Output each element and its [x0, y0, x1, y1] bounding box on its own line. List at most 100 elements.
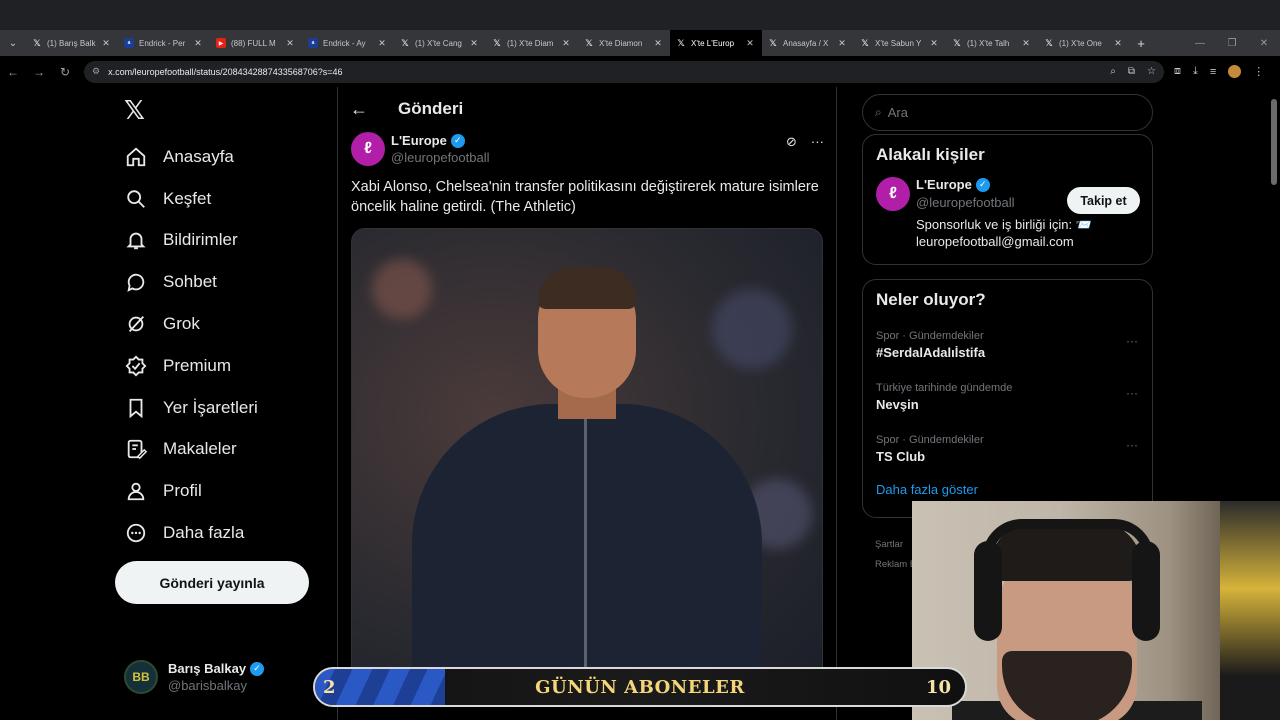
post-image[interactable] [351, 228, 823, 700]
close-window-icon[interactable]: ✕ [1248, 38, 1280, 49]
browser-tab[interactable]: 𝕏 (1) X'te Talh ✕ [946, 30, 1038, 56]
related-name[interactable]: L'Europe [916, 177, 972, 192]
x-icon: 𝕏 [585, 37, 593, 48]
author-name[interactable]: L'Europe [391, 133, 447, 148]
account-name: Barış Balkay [168, 661, 247, 676]
account-switcher[interactable]: BB Barış Balkay ✓ @barisbalkay [124, 660, 265, 694]
sidebar-item-search[interactable]: Keşfet [122, 178, 322, 220]
url-text[interactable]: x.com/leuropefootball/status/20843428874… [108, 67, 1098, 77]
tab-title[interactable]: (1) X'te Diam [507, 39, 560, 48]
more-options-icon[interactable]: ··· [1126, 438, 1138, 452]
media-icon[interactable]: ≡ [1210, 66, 1216, 78]
download-icon[interactable]: ⤓ [1193, 65, 1198, 78]
trend-topic: #SerdalAdalıİstifa [876, 345, 986, 360]
extensions-icon[interactable]: ⧈ [1174, 65, 1181, 78]
minimize-icon[interactable]: — [1184, 38, 1216, 49]
forward-icon[interactable]: → [26, 65, 52, 79]
webcam-person-beard [1002, 651, 1132, 720]
browser-tab[interactable]: 𝕏 (1) Barış Balk ✕ [26, 30, 118, 56]
sidebar-item-premium[interactable]: Premium [122, 345, 322, 387]
browser-tab[interactable]: 𝕏 X'te Diamon ✕ [578, 30, 670, 56]
browser-tab[interactable]: 𝕏 Anasayfa / X ✕ [762, 30, 854, 56]
tab-title[interactable]: (1) X'te One [1059, 39, 1112, 48]
close-tab-icon[interactable]: ✕ [652, 38, 664, 49]
sidebar-item-articles[interactable]: Makaleler [122, 429, 322, 471]
url-field[interactable]: ⚙ x.com/leuropefootball/status/208434288… [84, 60, 1164, 83]
more-options-icon[interactable]: ··· [1126, 386, 1138, 400]
close-tab-icon[interactable]: ✕ [560, 38, 572, 49]
close-tab-icon[interactable]: ✕ [744, 38, 756, 49]
x-logo-icon[interactable]: 𝕏 [124, 97, 150, 123]
reload-icon[interactable]: ↻ [52, 65, 78, 79]
trends-card: Neler oluyor? Spor · Gündemdekiler #Serda… [862, 279, 1153, 518]
install-icon[interactable]: ⧉ [1128, 66, 1135, 77]
close-tab-icon[interactable]: ✕ [376, 38, 388, 49]
sidebar-item-label: Premium [163, 355, 232, 375]
tab-title[interactable]: (1) X'te Talh [967, 39, 1020, 48]
tab-title[interactable]: Endrick - Ay [323, 39, 376, 48]
close-tab-icon[interactable]: ✕ [836, 38, 848, 49]
tab-title[interactable]: (88) FULL M [231, 39, 284, 48]
related-avatar[interactable]: ℓ [876, 177, 910, 211]
tab-title[interactable]: X'te L'Europ [691, 39, 744, 48]
browser-tab[interactable]: 𝕏 (1) X'te Cang ✕ [394, 30, 486, 56]
restore-icon[interactable]: ❐ [1216, 38, 1248, 49]
follow-button[interactable]: Takip et [1067, 187, 1140, 214]
back-arrow-icon[interactable]: ← [350, 99, 390, 120]
post-button[interactable]: Gönderi yayınla [115, 561, 309, 604]
sidebar-item-chat[interactable]: Sohbet [122, 261, 322, 303]
tab-title[interactable]: X'te Sabun Y [875, 39, 928, 48]
sidebar-item-profile[interactable]: Profil [122, 470, 322, 512]
browser-tab[interactable]: 𝕏 X'te Sabun Y ✕ [854, 30, 946, 56]
more-options-icon[interactable]: ··· [811, 134, 824, 150]
tab-title[interactable]: X'te Diamon [599, 39, 652, 48]
tab-title[interactable]: Anasayfa / X [783, 39, 836, 48]
browser-tab[interactable]: a Endrick - Ay ✕ [302, 30, 394, 56]
browser-tab[interactable]: a Endrick - Per ✕ [118, 30, 210, 56]
sidebar-item-home[interactable]: Anasayfa [122, 136, 322, 178]
image-person-coat [412, 404, 762, 699]
more-options-icon[interactable]: ··· [1126, 334, 1138, 348]
zoom-icon[interactable]: ⌕ [1110, 66, 1116, 77]
tab-title[interactable]: Endrick - Per [139, 39, 192, 48]
trend-item[interactable]: Spor · Gündemdekiler TS Club ··· [863, 426, 1152, 478]
sidebar-item-bell[interactable]: Bildirimler [122, 220, 322, 262]
trend-item[interactable]: Spor · Gündemdekiler #SerdalAdalıİstifa ··… [863, 322, 1152, 374]
scrollbar-thumb[interactable] [1271, 99, 1277, 185]
browser-tab-bar: ⌄ 𝕏 (1) Barış Balk ✕ a Endrick - Per ✕ ▶ (88) F… [0, 0, 1280, 56]
site-info-icon[interactable]: ⚙ [92, 66, 100, 77]
close-tab-icon[interactable]: ✕ [284, 38, 296, 49]
footer-link-terms[interactable]: Şartlar [875, 535, 916, 555]
back-icon[interactable]: ← [0, 65, 26, 79]
menu-icon[interactable]: ⋮ [1253, 65, 1264, 78]
profile-avatar[interactable] [1228, 65, 1242, 78]
browser-tab[interactable]: ▶ (88) FULL M ✕ [210, 30, 302, 56]
grok-icon[interactable]: ⊘ [786, 134, 797, 150]
close-tab-icon[interactable]: ✕ [100, 38, 112, 49]
show-more-link[interactable]: Daha fazla göster [863, 482, 1152, 497]
close-tab-icon[interactable]: ✕ [1020, 38, 1032, 49]
close-tab-icon[interactable]: ✕ [468, 38, 480, 49]
star-icon[interactable]: ☆ [1147, 66, 1156, 77]
browser-tab[interactable]: 𝕏 (1) X'te Diam ✕ [486, 30, 578, 56]
footer-link-ads[interactable]: Reklam B [875, 555, 916, 575]
sidebar-item-label: Sohbet [163, 272, 217, 292]
browser-tab[interactable]: 𝕏 (1) X'te One ✕ [1038, 30, 1130, 56]
close-tab-icon[interactable]: ✕ [1112, 38, 1124, 49]
close-tab-icon[interactable]: ✕ [192, 38, 204, 49]
tab-title[interactable]: (1) Barış Balk [47, 39, 100, 48]
trend-item[interactable]: Türkiye tarihinde gündemde Nevşin ··· [863, 374, 1152, 426]
author-avatar[interactable]: ℓ [351, 132, 385, 166]
sidebar-item-grok[interactable]: Grok [122, 303, 322, 345]
x-icon: 𝕏 [1045, 37, 1053, 48]
browser-tab[interactable]: 𝕏 X'te L'Europ ✕ [670, 30, 762, 56]
new-tab-icon[interactable]: + [1130, 36, 1152, 51]
post-author[interactable]: ℓ L'Europe ✓ @leuropefootball [351, 132, 489, 166]
tab-title[interactable]: (1) X'te Cang [415, 39, 468, 48]
search-input[interactable]: ⌕ Ara [862, 94, 1153, 131]
close-tab-icon[interactable]: ✕ [928, 38, 940, 49]
tab-search-icon[interactable]: ⌄ [0, 30, 26, 56]
author-handle[interactable]: @leuropefootball [391, 150, 489, 165]
sidebar-item-more[interactable]: Daha fazla [122, 512, 322, 554]
sidebar-item-bookmark[interactable]: Yer İşaretleri [122, 387, 322, 429]
